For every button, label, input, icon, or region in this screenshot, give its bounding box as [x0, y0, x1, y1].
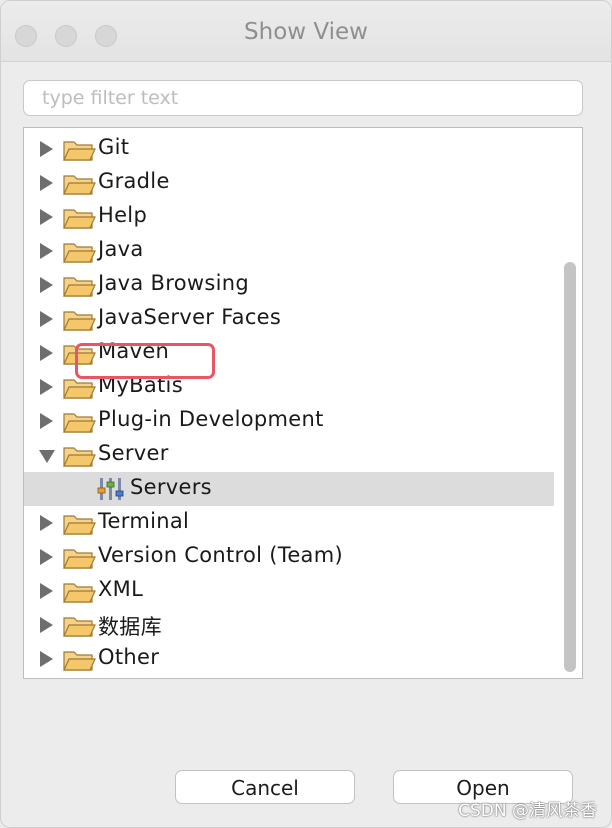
tree-folder-item[interactable]: JavaServer Faces [24, 302, 554, 336]
folder-icon [62, 376, 96, 400]
tree-item-label: Plug-in Development [98, 407, 324, 431]
folder-icon [62, 580, 96, 604]
folder-icon [62, 138, 96, 162]
tree-item-label: Server [98, 441, 169, 465]
tree-folder-item[interactable]: Help [24, 200, 554, 234]
collapsed-arrow-icon[interactable] [40, 277, 53, 293]
collapsed-arrow-icon[interactable] [40, 413, 53, 429]
folder-icon [62, 546, 96, 570]
tree-folder-item[interactable]: Git [24, 132, 554, 166]
tree-item-label: Git [98, 135, 130, 159]
collapsed-arrow-icon[interactable] [40, 617, 53, 633]
scrollbar-thumb[interactable] [564, 262, 576, 672]
tree-folder-item[interactable]: Plug-in Development [24, 404, 554, 438]
folder-icon [62, 410, 96, 434]
tree-folder-item[interactable]: Java Browsing [24, 268, 554, 302]
collapsed-arrow-icon[interactable] [40, 651, 53, 667]
tree-item-label: XML [98, 577, 144, 601]
filter-input[interactable] [23, 80, 583, 116]
tree-item-label: 数据库 [98, 615, 162, 639]
tree-folder-item[interactable]: Other [24, 642, 554, 676]
tree-item-servers[interactable]: Servers [24, 472, 554, 506]
collapsed-arrow-icon[interactable] [40, 515, 53, 531]
folder-icon [62, 614, 96, 638]
folder-icon [62, 240, 96, 264]
tree-folder-item[interactable]: 数据库 [24, 608, 554, 642]
folder-icon [62, 274, 96, 298]
collapsed-arrow-icon[interactable] [40, 209, 53, 225]
view-tree[interactable]: Git Gradle Help Java Java Browsing JavaServer… [23, 127, 583, 679]
servers-view-icon [97, 476, 125, 502]
tree-folder-item[interactable]: Gradle [24, 166, 554, 200]
collapsed-arrow-icon[interactable] [40, 549, 53, 565]
cancel-button[interactable]: Cancel [175, 770, 355, 804]
folder-icon [62, 308, 96, 332]
tree-item-label: Java Browsing [98, 271, 249, 295]
collapsed-arrow-icon[interactable] [40, 345, 53, 361]
tree-item-label: Help [98, 203, 148, 227]
tree-item-label: JavaServer Faces [98, 305, 282, 329]
tree-item-label: Other [98, 645, 160, 669]
tree-item-label: Java [98, 237, 144, 261]
tree-folder-item[interactable]: Java [24, 234, 554, 268]
folder-icon [62, 206, 96, 230]
show-view-dialog: Show View Git Gradle Help Java Java Browsing… [0, 0, 612, 828]
title-bar: Show View [1, 1, 611, 62]
folder-icon [62, 172, 96, 196]
folder-icon [62, 648, 96, 672]
tree-item-label: Gradle [98, 169, 170, 193]
tree-folder-item[interactable]: XML [24, 574, 554, 608]
folder-icon [62, 512, 96, 536]
tree-folder-item[interactable]: Server [24, 438, 554, 472]
tree-folder-item[interactable]: Version Control (Team) [24, 540, 554, 574]
servers-highlight-box [75, 343, 215, 379]
tree-item-label: Version Control (Team) [98, 543, 343, 567]
watermark-text: CSDN @清风茶香 [458, 801, 597, 821]
window-title: Show View [244, 19, 368, 45]
folder-icon [62, 444, 96, 468]
collapsed-arrow-icon[interactable] [40, 243, 53, 259]
collapsed-arrow-icon[interactable] [40, 379, 53, 395]
expanded-arrow-icon[interactable] [39, 450, 55, 463]
collapsed-arrow-icon[interactable] [40, 141, 53, 157]
tree-item-label: Servers [130, 475, 212, 499]
collapsed-arrow-icon[interactable] [40, 175, 53, 191]
tree-folder-item[interactable]: Terminal [24, 506, 554, 540]
collapsed-arrow-icon[interactable] [40, 311, 53, 327]
collapsed-arrow-icon[interactable] [40, 583, 53, 599]
tree-item-label: Terminal [98, 509, 190, 533]
